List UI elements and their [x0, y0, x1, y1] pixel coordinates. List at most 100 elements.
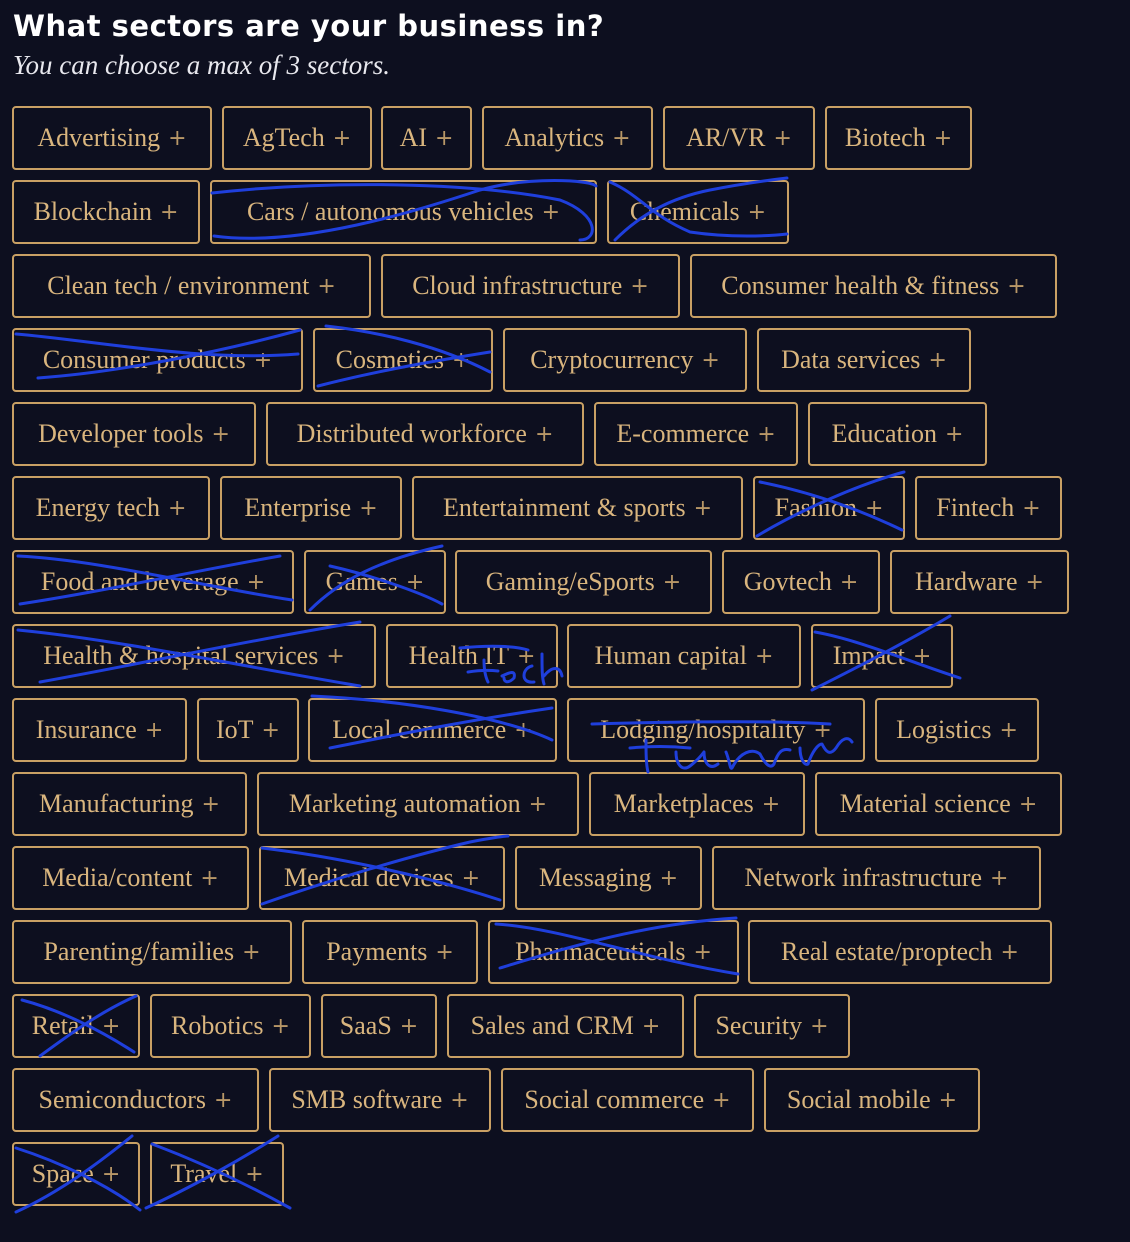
sector-chip-clean-tech-environment[interactable]: Clean tech / environment + [12, 254, 371, 318]
sector-chip-label: Health & hospital services [43, 641, 319, 670]
sector-chip-e-commerce[interactable]: E-commerce + [594, 402, 798, 466]
sector-chip-consumer-products[interactable]: Consumer products + [12, 328, 303, 392]
sector-chip-govtech[interactable]: Govtech + [722, 550, 880, 614]
sector-chip-material-science[interactable]: Material science + [815, 772, 1062, 836]
sector-chip-label: Consumer health & fitness [721, 271, 1000, 300]
sector-chip-label: IoT [216, 715, 254, 744]
sector-chip-logistics[interactable]: Logistics + [875, 698, 1039, 762]
plus-icon: + [144, 717, 164, 743]
sector-chip-marketing-automation[interactable]: Marketing automation + [257, 772, 579, 836]
sector-chip-entertainment-sports[interactable]: Entertainment & sports + [412, 476, 743, 540]
sector-chip-social-commerce[interactable]: Social commerce + [501, 1068, 754, 1132]
plus-icon: + [245, 1161, 264, 1187]
sector-chip-developer-tools[interactable]: Developer tools + [12, 402, 256, 466]
plus-icon: + [435, 125, 454, 151]
sector-chip-data-services[interactable]: Data services + [757, 328, 971, 392]
plus-icon: + [754, 643, 774, 669]
sector-chip-gaming-esports[interactable]: Gaming/eSports + [455, 550, 712, 614]
sector-chip-smb-software[interactable]: SMB software + [269, 1068, 491, 1132]
plus-icon: + [541, 199, 561, 225]
sector-chip-cars-autonomous-vehicles[interactable]: Cars / autonomous vehicles + [210, 180, 597, 244]
sector-chip-label: Chemicals [629, 197, 740, 226]
sector-chip-medical-devices[interactable]: Medical devices + [259, 846, 505, 910]
sector-chip-marketplaces[interactable]: Marketplaces + [589, 772, 805, 836]
sector-chip-ai[interactable]: AI + [381, 106, 472, 170]
sector-chip-cloud-infrastructure[interactable]: Cloud infrastructure + [381, 254, 680, 318]
sector-chip-pharmaceuticals[interactable]: Pharmaceuticals + [488, 920, 739, 984]
sector-chip-energy-tech[interactable]: Energy tech + [12, 476, 210, 540]
plus-icon: + [200, 865, 219, 891]
sector-chip-label: Consumer products [42, 345, 246, 374]
sector-chip-health-hospital-services[interactable]: Health & hospital services + [12, 624, 376, 688]
sector-chip-biotech[interactable]: Biotech + [825, 106, 972, 170]
sector-chip-label: Logistics [896, 715, 992, 744]
sector-chip-hardware[interactable]: Hardware + [890, 550, 1069, 614]
sector-chip-label: Entertainment & sports [442, 493, 686, 522]
sector-chip-blockchain[interactable]: Blockchain + [12, 180, 200, 244]
sector-chip-lodging-hospitality[interactable]: Lodging/hospitality + [567, 698, 865, 762]
sector-chip-analytics[interactable]: Analytics + [482, 106, 653, 170]
sector-chip-retail[interactable]: Retail + [12, 994, 140, 1058]
plus-icon: + [1022, 495, 1041, 521]
sector-chip-label: Health IT [408, 641, 509, 670]
sector-chip-chemicals[interactable]: Chemicals + [607, 180, 789, 244]
sector-chip-real-estate-proptech[interactable]: Real estate/proptech + [748, 920, 1052, 984]
sector-chip-label: Clean tech / environment [47, 271, 310, 300]
sector-chip-agtech[interactable]: AgTech + [222, 106, 372, 170]
sector-chip-label: SaaS [339, 1011, 392, 1040]
sector-chip-travel[interactable]: Travel + [150, 1142, 284, 1206]
sector-chip-security[interactable]: Security + [694, 994, 850, 1058]
plus-icon: + [1000, 939, 1019, 965]
sector-chip-messaging[interactable]: Messaging + [515, 846, 702, 910]
sector-chip-distributed-workforce[interactable]: Distributed workforce + [266, 402, 584, 466]
sector-chip-label: Cryptocurrency [530, 345, 694, 374]
plus-icon: + [912, 643, 932, 669]
sector-chip-cosmetics[interactable]: Cosmetics + [313, 328, 493, 392]
sector-chip-social-mobile[interactable]: Social mobile + [764, 1068, 980, 1132]
sector-chip-advertising[interactable]: Advertising + [12, 106, 212, 170]
sector-chip-semiconductors[interactable]: Semiconductors + [12, 1068, 259, 1132]
plus-icon: + [1018, 791, 1038, 817]
sector-chip-impact[interactable]: Impact + [811, 624, 953, 688]
plus-icon: + [944, 421, 964, 447]
sector-chip-media-content[interactable]: Media/content + [12, 846, 249, 910]
sector-chip-ar-vr[interactable]: AR/VR + [663, 106, 815, 170]
sector-chip-food-and-beverage[interactable]: Food and beverage + [12, 550, 294, 614]
sector-chip-label: Analytics [504, 123, 605, 152]
sector-chip-insurance[interactable]: Insurance + [12, 698, 187, 762]
plus-icon: + [101, 1013, 121, 1039]
sector-chip-payments[interactable]: Payments + [302, 920, 478, 984]
sector-chip-games[interactable]: Games + [304, 550, 446, 614]
sector-chip-label: Data services [781, 345, 921, 374]
sector-chip-label: Education [831, 419, 937, 448]
plus-icon: + [761, 791, 781, 817]
sector-chip-saas[interactable]: SaaS + [321, 994, 437, 1058]
sector-chip-cryptocurrency[interactable]: Cryptocurrency + [503, 328, 747, 392]
sector-chip-education[interactable]: Education + [808, 402, 987, 466]
sector-chip-human-capital[interactable]: Human capital + [567, 624, 801, 688]
sector-chip-health-it[interactable]: Health IT + [386, 624, 558, 688]
plus-icon: + [933, 125, 953, 151]
sector-chip-fashion[interactable]: Fashion + [753, 476, 905, 540]
sector-chip-enterprise[interactable]: Enterprise + [220, 476, 402, 540]
plus-icon: + [528, 791, 548, 817]
sector-chip-space[interactable]: Space + [12, 1142, 140, 1206]
sector-chip-fintech[interactable]: Fintech + [915, 476, 1062, 540]
sector-chip-parenting-families[interactable]: Parenting/families + [12, 920, 292, 984]
sector-chip-iot[interactable]: IoT + [197, 698, 299, 762]
sector-chip-label: Messaging [538, 863, 652, 892]
plus-icon: + [693, 495, 713, 521]
sector-chip-label: AI [399, 123, 427, 152]
plus-icon: + [810, 1013, 829, 1039]
sector-chip-consumer-health-fitness[interactable]: Consumer health & fitness + [690, 254, 1057, 318]
plus-icon: + [534, 421, 554, 447]
sector-chip-label: Blockchain [33, 197, 152, 226]
sector-chip-label: Distributed workforce [296, 419, 527, 448]
sector-chip-manufacturing[interactable]: Manufacturing + [12, 772, 247, 836]
sector-chip-robotics[interactable]: Robotics + [150, 994, 311, 1058]
plus-icon: + [261, 717, 280, 743]
sector-chip-local-commerce[interactable]: Local commerce + [308, 698, 557, 762]
sector-chip-network-infrastructure[interactable]: Network infrastructure + [712, 846, 1041, 910]
sector-chip-sales-and-crm[interactable]: Sales and CRM + [447, 994, 684, 1058]
sector-chip-label: Media/content [42, 863, 193, 892]
